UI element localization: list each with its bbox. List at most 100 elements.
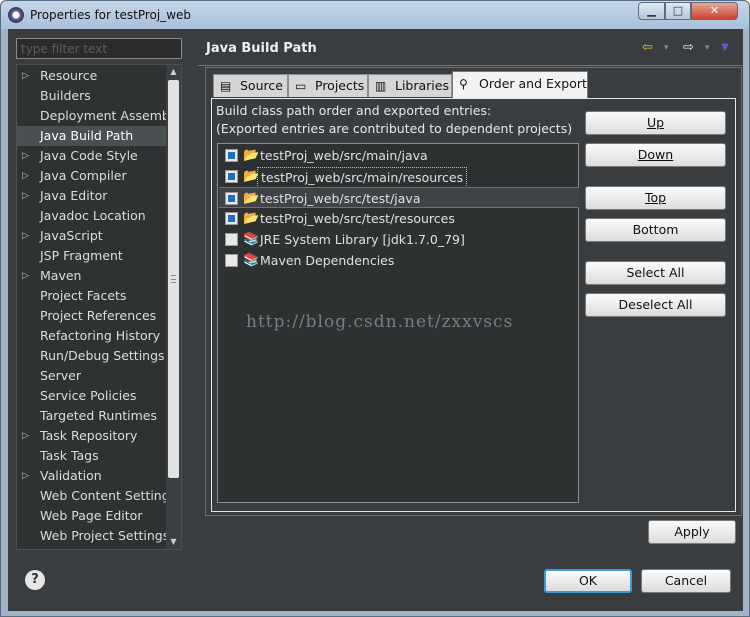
forward-dropdown-icon[interactable]: ▾ [705, 39, 710, 57]
up-button[interactable]: Up [585, 111, 726, 135]
expand-arrow-icon[interactable]: ▷ [22, 466, 29, 486]
nav-item[interactable]: ▷ Maven [17, 266, 167, 286]
nav-item[interactable]: ▷ Task Repository [17, 426, 167, 446]
libraries-icon: ▥ [375, 79, 387, 93]
help-icon[interactable]: ? [25, 570, 45, 590]
nav-item[interactable]: Run/Debug Settings [17, 346, 167, 366]
nav-item-label: JavaScript [40, 228, 103, 243]
nav-item-label: JSP Fragment [40, 248, 123, 263]
nav-item[interactable]: ▷ Java Code Style [17, 146, 167, 166]
scroll-thumb[interactable] [168, 80, 179, 478]
ok-button[interactable]: OK [544, 569, 632, 593]
forward-arrow-icon[interactable]: ⇨ [683, 39, 694, 57]
title-bar[interactable]: Properties for testProj_web ▁ □ ✕ [1, 1, 749, 29]
nav-item-label: Targeted Runtimes [40, 408, 157, 423]
nav-item[interactable]: Javadoc Location [17, 206, 167, 226]
classpath-entry-row[interactable]: 📂 testProj_web/src/test/resources [219, 208, 579, 229]
window-title: Properties for testProj_web [30, 8, 192, 22]
apply-button[interactable]: Apply [648, 520, 736, 544]
nav-item[interactable]: Task Tags [17, 446, 167, 466]
expand-arrow-icon[interactable]: ▷ [22, 146, 29, 166]
library-icon: 📚 [243, 232, 260, 247]
classpath-entry-row[interactable]: 📂 testProj_web/src/main/resources [219, 166, 579, 188]
nav-item[interactable]: ▷ Validation [17, 466, 167, 486]
expand-arrow-icon[interactable]: ▷ [22, 186, 29, 206]
export-checkbox[interactable] [225, 254, 238, 267]
nav-item-label: Validation [40, 468, 102, 483]
properties-dialog: Properties for testProj_web ▁ □ ✕ type f… [0, 0, 750, 617]
expand-arrow-icon[interactable]: ▷ [22, 426, 29, 446]
minimize-button[interactable]: ▁ [638, 2, 665, 20]
nav-item[interactable]: Refactoring History [17, 326, 167, 346]
nav-item[interactable]: Builders [17, 86, 167, 106]
select-all-label: Select All [626, 265, 685, 280]
maximize-button[interactable]: □ [665, 2, 691, 20]
classpath-entry-row[interactable]: 📂 testProj_web/src/test/java [219, 187, 579, 208]
nav-item[interactable]: Web Page Editor [17, 506, 167, 526]
close-button[interactable]: ✕ [691, 2, 738, 20]
classpath-entry-label: JRE System Library [jdk1.7.0_79] [260, 232, 465, 247]
select-all-button[interactable]: Select All [585, 261, 726, 285]
classpath-entry-label: testProj_web/src/test/java [260, 191, 421, 206]
nav-item[interactable]: Server [17, 366, 167, 386]
tab-order-and-export[interactable]: ⚲ Order and Export [452, 71, 588, 98]
tab-label: Source [240, 78, 283, 93]
classpath-entry-row[interactable]: 📚 JRE System Library [jdk1.7.0_79] [219, 229, 579, 250]
export-checkbox[interactable] [225, 233, 238, 246]
view-menu-icon[interactable]: ▼ [721, 39, 729, 57]
nav-item[interactable]: ▷ Java Editor [17, 186, 167, 206]
nav-item-label: Project References [40, 308, 157, 323]
nav-item-label: Javadoc Location [40, 208, 146, 223]
scroll-up-icon[interactable]: ▲ [166, 65, 181, 79]
nav-item[interactable]: ▷ JavaScript [17, 226, 167, 246]
eclipse-icon [8, 7, 24, 23]
classpath-entry-label: Maven Dependencies [260, 253, 395, 268]
nav-item[interactable]: Targeted Runtimes [17, 406, 167, 426]
nav-item[interactable]: Project References [17, 306, 167, 326]
ok-label: OK [578, 573, 598, 588]
export-checkbox[interactable] [225, 212, 238, 225]
description-line-2: (Exported entries are contributed to dep… [216, 121, 573, 136]
order-export-panel: Build class path order and exported entr… [211, 98, 736, 512]
expand-arrow-icon[interactable]: ▷ [22, 166, 29, 186]
down-button[interactable]: Down [585, 143, 726, 167]
expand-arrow-icon[interactable]: ▷ [22, 266, 29, 286]
tab-libraries[interactable]: ▥ Libraries [368, 74, 452, 97]
nav-item[interactable]: Project Facets [17, 286, 167, 306]
export-checkbox[interactable] [225, 192, 238, 205]
deselect-all-label: Deselect All [618, 297, 693, 312]
nav-item-label: Java Compiler [40, 168, 127, 183]
nav-scrollbar[interactable]: ▲ ▼ [166, 65, 181, 549]
nav-item[interactable]: ▷ Java Compiler [17, 166, 167, 186]
nav-item[interactable]: ▷ Resource [17, 66, 167, 86]
nav-item[interactable]: Service Policies [17, 386, 167, 406]
properties-nav-tree[interactable]: ▷ Resource Builders Deployment Assembly Java… [16, 64, 182, 550]
scroll-down-icon[interactable]: ▼ [166, 535, 181, 549]
nav-item[interactable]: JSP Fragment [17, 246, 167, 266]
classpath-entry-label: testProj_web/src/main/java [260, 148, 428, 163]
deselect-all-button[interactable]: Deselect All [585, 293, 726, 317]
nav-item-label: Java Code Style [40, 148, 138, 163]
nav-item-label: Maven [40, 268, 82, 283]
nav-item[interactable]: Web Project Settings [17, 526, 170, 546]
expand-arrow-icon[interactable]: ▷ [22, 66, 29, 86]
tab-source[interactable]: ▤ Source [213, 74, 288, 97]
export-checkbox[interactable] [225, 149, 238, 162]
nav-item[interactable]: Web Content Settings [17, 486, 176, 506]
top-button[interactable]: Top [585, 186, 726, 210]
bottom-button[interactable]: Bottom [585, 218, 726, 242]
page-nav-icons: ⇦ ▾ ⇨ ▾ ▼ [638, 39, 738, 57]
tab-projects[interactable]: ▭ Projects [288, 74, 368, 97]
nav-item-label: Web Project Settings [40, 528, 170, 543]
back-arrow-icon[interactable]: ⇦ [642, 39, 653, 57]
cancel-button[interactable]: Cancel [641, 569, 731, 593]
expand-arrow-icon[interactable]: ▷ [22, 226, 29, 246]
classpath-entry-row[interactable]: 📂 testProj_web/src/main/java [219, 145, 579, 166]
filter-input[interactable]: type filter text [16, 38, 182, 59]
nav-item-label: Java Build Path [40, 128, 134, 143]
export-checkbox[interactable] [225, 170, 238, 183]
nav-item[interactable]: Java Build Path [17, 126, 167, 146]
back-dropdown-icon[interactable]: ▾ [664, 39, 669, 57]
nav-item[interactable]: Deployment Assembly [17, 106, 181, 126]
classpath-entry-row[interactable]: 📚 Maven Dependencies [219, 250, 579, 271]
